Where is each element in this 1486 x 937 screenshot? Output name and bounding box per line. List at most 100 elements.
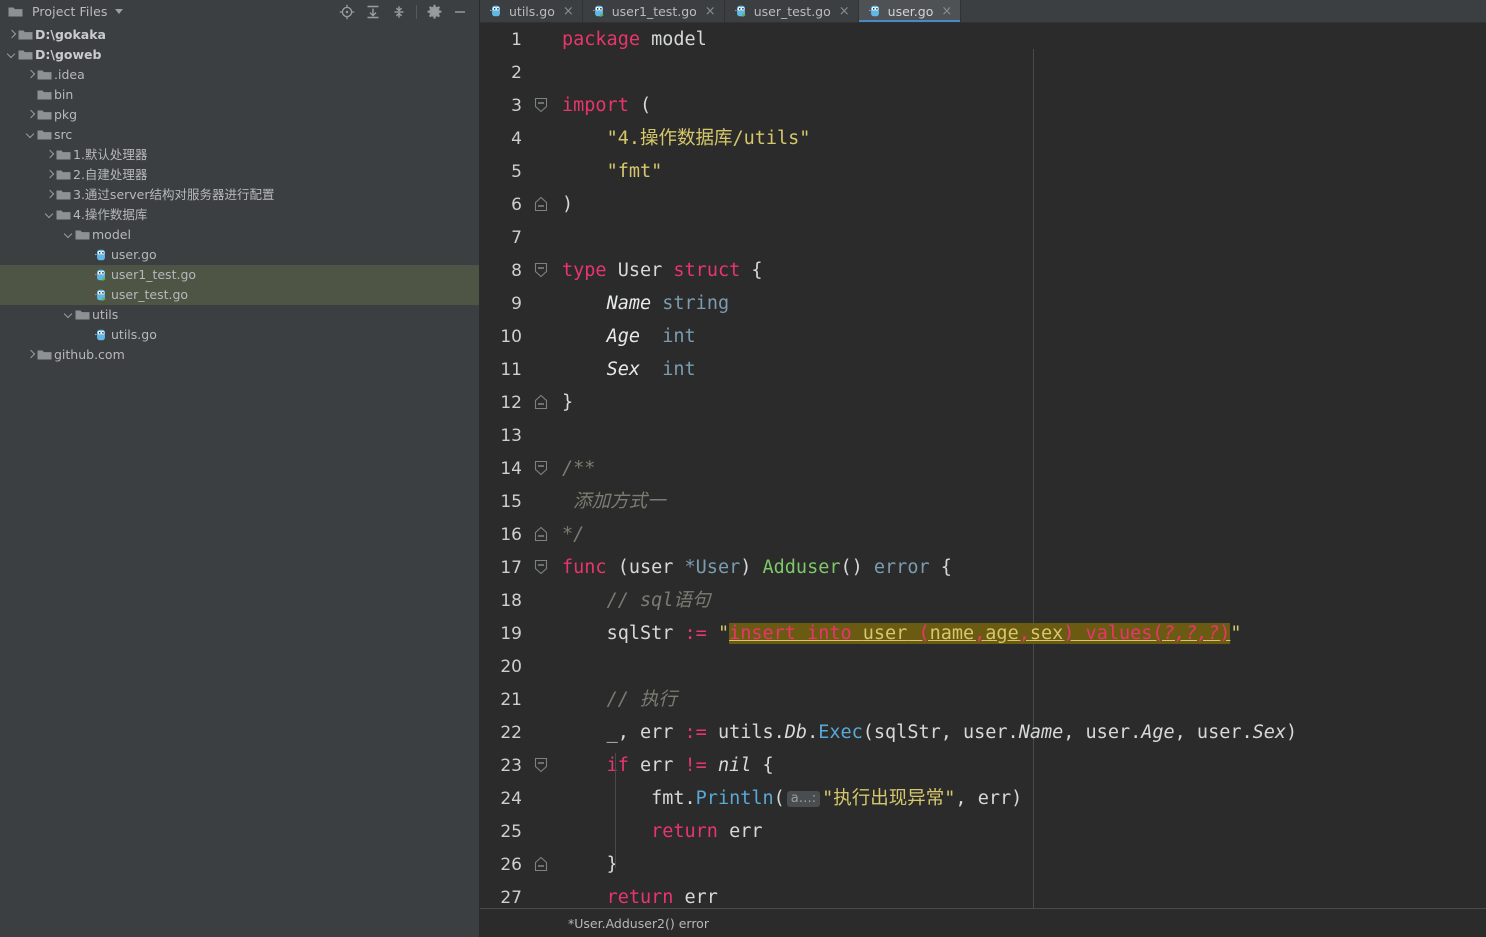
tree-item-d-gokaka[interactable]: D:\gokaka bbox=[0, 25, 479, 45]
code-line[interactable]: 24 fmt.Println(a…: "执行出现异常", err) bbox=[480, 782, 1486, 815]
fold-marker-icon[interactable] bbox=[522, 848, 562, 881]
tree-item-user1-test-go[interactable]: user1_test.go bbox=[0, 265, 479, 285]
chevron-right-icon[interactable] bbox=[44, 165, 56, 185]
editor-tab-user-go[interactable]: user.go × bbox=[858, 0, 962, 22]
gear-icon[interactable] bbox=[421, 0, 447, 23]
chevron-down-icon[interactable] bbox=[63, 225, 75, 245]
tree-item-idea[interactable]: .idea bbox=[0, 65, 479, 85]
editor-tab-user1-test-go[interactable]: user1_test.go × bbox=[583, 0, 725, 22]
chevron-down-icon[interactable] bbox=[44, 205, 56, 225]
code-line[interactable]: 18 // sql语句 bbox=[480, 584, 1486, 617]
collapse-all-icon[interactable] bbox=[386, 0, 412, 23]
tree-item-4[interactable]: 4.操作数据库 bbox=[0, 205, 479, 225]
code-line[interactable]: 20 bbox=[480, 650, 1486, 683]
code-line[interactable]: 16 */ bbox=[480, 518, 1486, 551]
code-line[interactable]: 27 return err bbox=[480, 881, 1486, 908]
line-number: 20 bbox=[500, 656, 522, 677]
fold-gutter-spacer bbox=[522, 122, 562, 155]
chevron-right-icon[interactable] bbox=[44, 145, 56, 165]
project-panel-toolbar bbox=[334, 0, 473, 23]
close-icon[interactable]: × bbox=[563, 5, 574, 18]
expand-all-icon[interactable] bbox=[360, 0, 386, 23]
locate-icon[interactable] bbox=[334, 0, 360, 23]
chevron-down-icon[interactable] bbox=[25, 125, 37, 145]
line-number: 9 bbox=[511, 293, 522, 314]
code-lines[interactable]: 1 package model 2 3 import (4 "4.操作数据库/utils… bbox=[480, 23, 1486, 908]
fold-marker-icon[interactable] bbox=[522, 551, 562, 584]
chevron-right-icon[interactable] bbox=[6, 25, 18, 45]
code-line[interactable]: 15 添加方式一 bbox=[480, 485, 1486, 518]
fold-gutter-spacer bbox=[522, 320, 562, 353]
fold-marker-icon[interactable] bbox=[522, 452, 562, 485]
chevron-down-icon[interactable] bbox=[63, 305, 75, 325]
tree-item-3-server[interactable]: 3.通过server结构对服务器进行配置 bbox=[0, 185, 479, 205]
fold-marker-icon[interactable] bbox=[522, 749, 562, 782]
project-panel-title: Project Files bbox=[32, 4, 108, 19]
code-line[interactable]: 12} bbox=[480, 386, 1486, 419]
close-icon[interactable]: × bbox=[705, 5, 716, 18]
tree-item-github-com[interactable]: github.com bbox=[0, 345, 479, 365]
minimize-icon[interactable] bbox=[447, 0, 473, 23]
editor-tabbar[interactable]: utils.go × user1_test.go × user_test.go × user… bbox=[480, 0, 1486, 23]
tree-item-user-test-go[interactable]: user_test.go bbox=[0, 285, 479, 305]
fold-marker-icon[interactable] bbox=[522, 254, 562, 287]
code-line[interactable]: 3 import ( bbox=[480, 89, 1486, 122]
fold-marker-icon[interactable] bbox=[522, 89, 562, 122]
code-line[interactable]: 4 "4.操作数据库/utils" bbox=[480, 122, 1486, 155]
code-line[interactable]: 10 Age int bbox=[480, 320, 1486, 353]
code-editor[interactable]: 1 package model 2 3 import (4 "4.操作数据库/utils… bbox=[480, 23, 1486, 908]
chevron-right-icon[interactable] bbox=[25, 65, 37, 85]
fold-gutter-spacer bbox=[522, 23, 562, 56]
code-line[interactable]: 7 bbox=[480, 221, 1486, 254]
folder-icon bbox=[75, 305, 92, 325]
code-line[interactable]: 19 sqlStr := "insert into user (name,age… bbox=[480, 617, 1486, 650]
code-line[interactable]: 13 bbox=[480, 419, 1486, 452]
code-line[interactable]: 21 // 执行 bbox=[480, 683, 1486, 716]
line-number: 25 bbox=[500, 821, 522, 842]
fold-marker-icon[interactable] bbox=[522, 386, 562, 419]
code-line[interactable]: 9 Name string bbox=[480, 287, 1486, 320]
folder-icon bbox=[75, 225, 92, 245]
code-line[interactable]: 11 Sex int bbox=[480, 353, 1486, 386]
chevron-right-icon[interactable] bbox=[25, 345, 37, 365]
tree-item-bin[interactable]: bin bbox=[0, 85, 479, 105]
close-icon[interactable]: × bbox=[839, 5, 850, 18]
code-line[interactable]: 22 _, err := utils.Db.Exec(sqlStr, user.… bbox=[480, 716, 1486, 749]
tree-item-user-go[interactable]: user.go bbox=[0, 245, 479, 265]
line-number: 1 bbox=[511, 29, 522, 50]
code-line[interactable]: 14 /** bbox=[480, 452, 1486, 485]
chevron-right-icon[interactable] bbox=[44, 185, 56, 205]
tree-item-d-goweb[interactable]: D:\goweb bbox=[0, 45, 479, 65]
tree-item-pkg[interactable]: pkg bbox=[0, 105, 479, 125]
code-line[interactable]: 25 return err bbox=[480, 815, 1486, 848]
code-line[interactable]: 6) bbox=[480, 188, 1486, 221]
chevron-right-icon[interactable] bbox=[25, 105, 37, 125]
tree-item-1[interactable]: 1.默认处理器 bbox=[0, 145, 479, 165]
project-tree[interactable]: D:\gokaka D:\goweb .idea bin pkg src 1.默认处理器 2.… bbox=[0, 23, 479, 937]
tree-item-2[interactable]: 2.自建处理器 bbox=[0, 165, 479, 185]
go-test-file-icon bbox=[94, 265, 111, 285]
editor-tab-utils-go[interactable]: utils.go × bbox=[480, 0, 583, 22]
code-line[interactable]: 8 type User struct { bbox=[480, 254, 1486, 287]
fold-marker-icon[interactable] bbox=[522, 518, 562, 551]
fold-marker-icon[interactable] bbox=[522, 188, 562, 221]
code-line[interactable]: 23 if err != nil { bbox=[480, 749, 1486, 782]
chevron-down-icon[interactable] bbox=[115, 9, 124, 14]
fold-gutter-spacer bbox=[522, 782, 562, 815]
code-line[interactable]: 2 bbox=[480, 56, 1486, 89]
close-icon[interactable]: × bbox=[941, 5, 952, 18]
line-number: 17 bbox=[500, 557, 522, 578]
code-line[interactable]: 5 "fmt" bbox=[480, 155, 1486, 188]
code-line[interactable]: 17 func (user *User) Adduser() error { bbox=[480, 551, 1486, 584]
tree-item-label: D:\goweb bbox=[35, 47, 102, 62]
tree-item-label: src bbox=[54, 127, 73, 142]
fold-gutter-spacer bbox=[522, 815, 562, 848]
tree-item-utils-go[interactable]: utils.go bbox=[0, 325, 479, 345]
tree-item-model[interactable]: model bbox=[0, 225, 479, 245]
code-line[interactable]: 1 package model bbox=[480, 23, 1486, 56]
tree-item-src[interactable]: src bbox=[0, 125, 479, 145]
chevron-down-icon[interactable] bbox=[6, 45, 18, 65]
editor-tab-user-test-go[interactable]: user_test.go × bbox=[725, 0, 859, 22]
tree-item-utils[interactable]: utils bbox=[0, 305, 479, 325]
code-line[interactable]: 26 } bbox=[480, 848, 1486, 881]
